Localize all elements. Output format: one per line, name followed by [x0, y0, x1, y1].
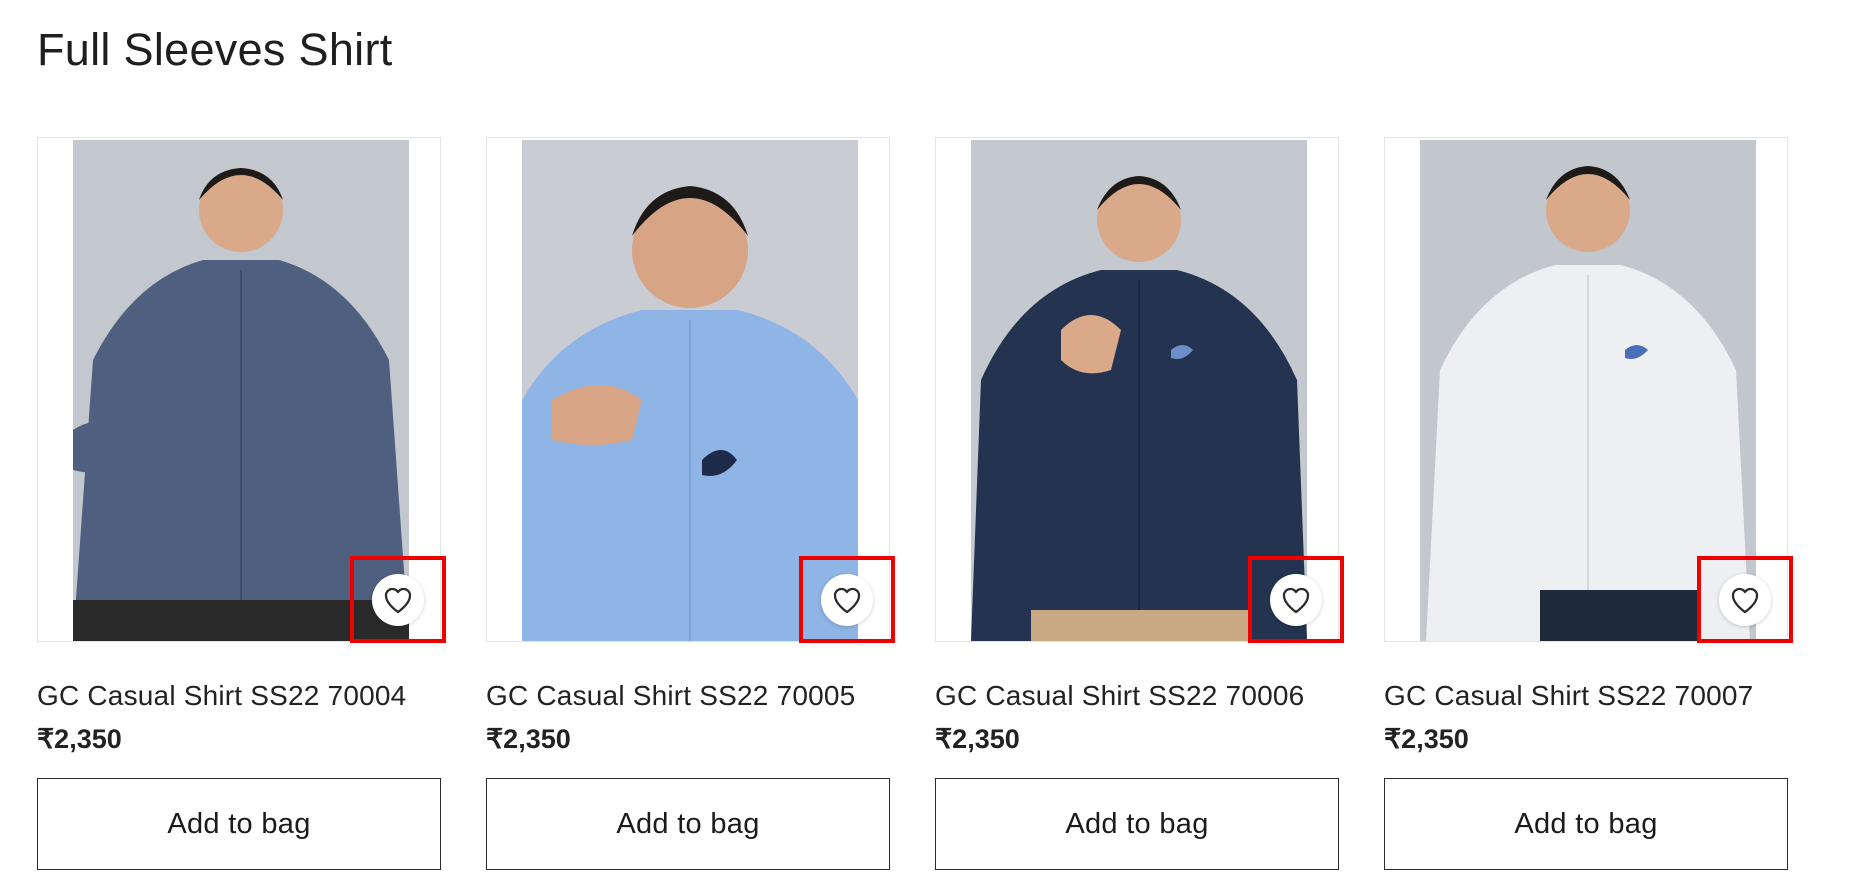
wishlist-highlight [1248, 556, 1344, 643]
heart-outline-icon [1282, 587, 1310, 614]
wishlist-button[interactable] [372, 574, 424, 626]
section-title: Full Sleeves Shirt [37, 24, 393, 75]
wishlist-highlight [1697, 556, 1793, 643]
heart-outline-icon [833, 587, 861, 614]
wishlist-highlight [799, 556, 895, 643]
product-price: ₹2,350 [1384, 724, 1469, 754]
heart-outline-icon [1731, 587, 1759, 614]
add-to-bag-button[interactable]: Add to bag [935, 778, 1339, 870]
heart-outline-icon [384, 587, 412, 614]
add-to-bag-button[interactable]: Add to bag [37, 778, 441, 870]
product-name[interactable]: GC Casual Shirt SS22 70007 [1384, 680, 1788, 712]
product-card: GC Casual Shirt SS22 70005 ₹2,350 Add to… [486, 137, 890, 870]
product-section: Full Sleeves Shirt GC Casual Shirt SS22 … [0, 0, 1854, 882]
product-name[interactable]: GC Casual Shirt SS22 70006 [935, 680, 1339, 712]
wishlist-button[interactable] [821, 574, 873, 626]
product-card: GC Casual Shirt SS22 70007 ₹2,350 Add to… [1384, 137, 1788, 870]
product-card: GC Casual Shirt SS22 70006 ₹2,350 Add to… [935, 137, 1339, 870]
wishlist-button[interactable] [1719, 574, 1771, 626]
product-name[interactable]: GC Casual Shirt SS22 70005 [486, 680, 890, 712]
add-to-bag-button[interactable]: Add to bag [486, 778, 890, 870]
product-price: ₹2,350 [37, 724, 122, 754]
product-name[interactable]: GC Casual Shirt SS22 70004 [37, 680, 441, 712]
product-price: ₹2,350 [935, 724, 1020, 754]
wishlist-highlight [350, 556, 446, 643]
product-price: ₹2,350 [486, 724, 571, 754]
wishlist-button[interactable] [1270, 574, 1322, 626]
product-card: GC Casual Shirt SS22 70004 ₹2,350 Add to… [37, 137, 441, 870]
add-to-bag-button[interactable]: Add to bag [1384, 778, 1788, 870]
